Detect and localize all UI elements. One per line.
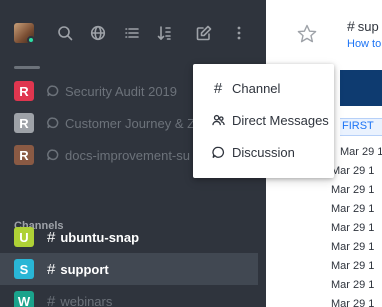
message-date: Mar 29 1	[331, 222, 375, 234]
favorite-star-icon[interactable]	[297, 24, 319, 46]
create-new-dropdown: # Channel Direct Messages Discussion	[193, 64, 334, 178]
create-discussion-item[interactable]: Discussion	[193, 136, 334, 168]
create-new-icon[interactable]	[193, 22, 215, 44]
announcement-banner[interactable]	[340, 70, 382, 106]
sidebar-item-label: webinars	[60, 294, 113, 307]
room-topic[interactable]: How to	[347, 38, 381, 50]
directory-icon[interactable]	[87, 22, 109, 44]
room-avatar: W	[14, 291, 34, 307]
room-avatar: S	[14, 259, 34, 279]
sidebar-item-label: support	[60, 262, 109, 277]
message-date: Mar 29 1	[331, 260, 375, 272]
message-date: Mar 29 1	[331, 184, 375, 196]
room-avatar: R	[14, 145, 34, 165]
discussion-icon	[47, 149, 61, 161]
room-avatar: R	[14, 113, 34, 133]
direct-messages-icon	[210, 114, 226, 127]
message-date: Mar 29 1	[340, 146, 382, 158]
message-date: Mar 29 1	[331, 279, 375, 291]
discussion-icon	[210, 146, 226, 159]
create-direct-messages-item[interactable]: Direct Messages	[193, 104, 334, 136]
search-icon[interactable]	[54, 22, 76, 44]
sidebar-item-label: ubuntu-snap	[60, 230, 140, 245]
message-date: Mar 29 1	[331, 203, 375, 215]
kebab-menu-icon[interactable]	[228, 22, 250, 44]
first-unread-label: FIRST	[342, 120, 374, 132]
create-direct-messages-label: Direct Messages	[232, 112, 329, 128]
room-avatar: U	[14, 227, 34, 247]
message-date: Mar 29 1	[331, 165, 375, 177]
create-discussion-label: Discussion	[232, 144, 295, 160]
sidebar-item-label: docs-improvement-su	[65, 147, 190, 163]
room-avatar: R	[14, 81, 34, 101]
sidebar-topbar	[0, 0, 266, 64]
message-date: Mar 29 1	[331, 298, 375, 307]
sidebar-scrollbar[interactable]	[14, 66, 40, 69]
discussion-icon	[47, 117, 61, 129]
hash-icon: #	[47, 261, 56, 278]
hash-icon: #	[347, 18, 355, 34]
sidebar-item-label: Security Audit 2019	[65, 83, 178, 99]
sidebar-item-webinars[interactable]: W # webinars	[0, 285, 266, 307]
sidebar-item-support[interactable]: S # support	[0, 253, 258, 285]
display-icon[interactable]	[121, 22, 143, 44]
message-date: Mar 29 1	[331, 241, 375, 253]
user-avatar[interactable]	[14, 23, 34, 43]
hash-icon: #	[213, 79, 223, 97]
discussion-icon	[47, 85, 61, 97]
online-status-indicator	[27, 36, 34, 43]
sidebar-item-ubuntu-snap[interactable]: U # ubuntu-snap	[0, 221, 266, 253]
create-channel-item[interactable]: # Channel	[193, 72, 334, 104]
hash-icon: #	[47, 229, 56, 246]
room-title: # sup	[347, 18, 379, 34]
sort-icon[interactable]	[154, 22, 176, 44]
hash-icon: #	[47, 293, 56, 307]
sidebar-item-label: Customer Journey & Z	[65, 115, 196, 131]
create-channel-label: Channel	[232, 80, 281, 96]
